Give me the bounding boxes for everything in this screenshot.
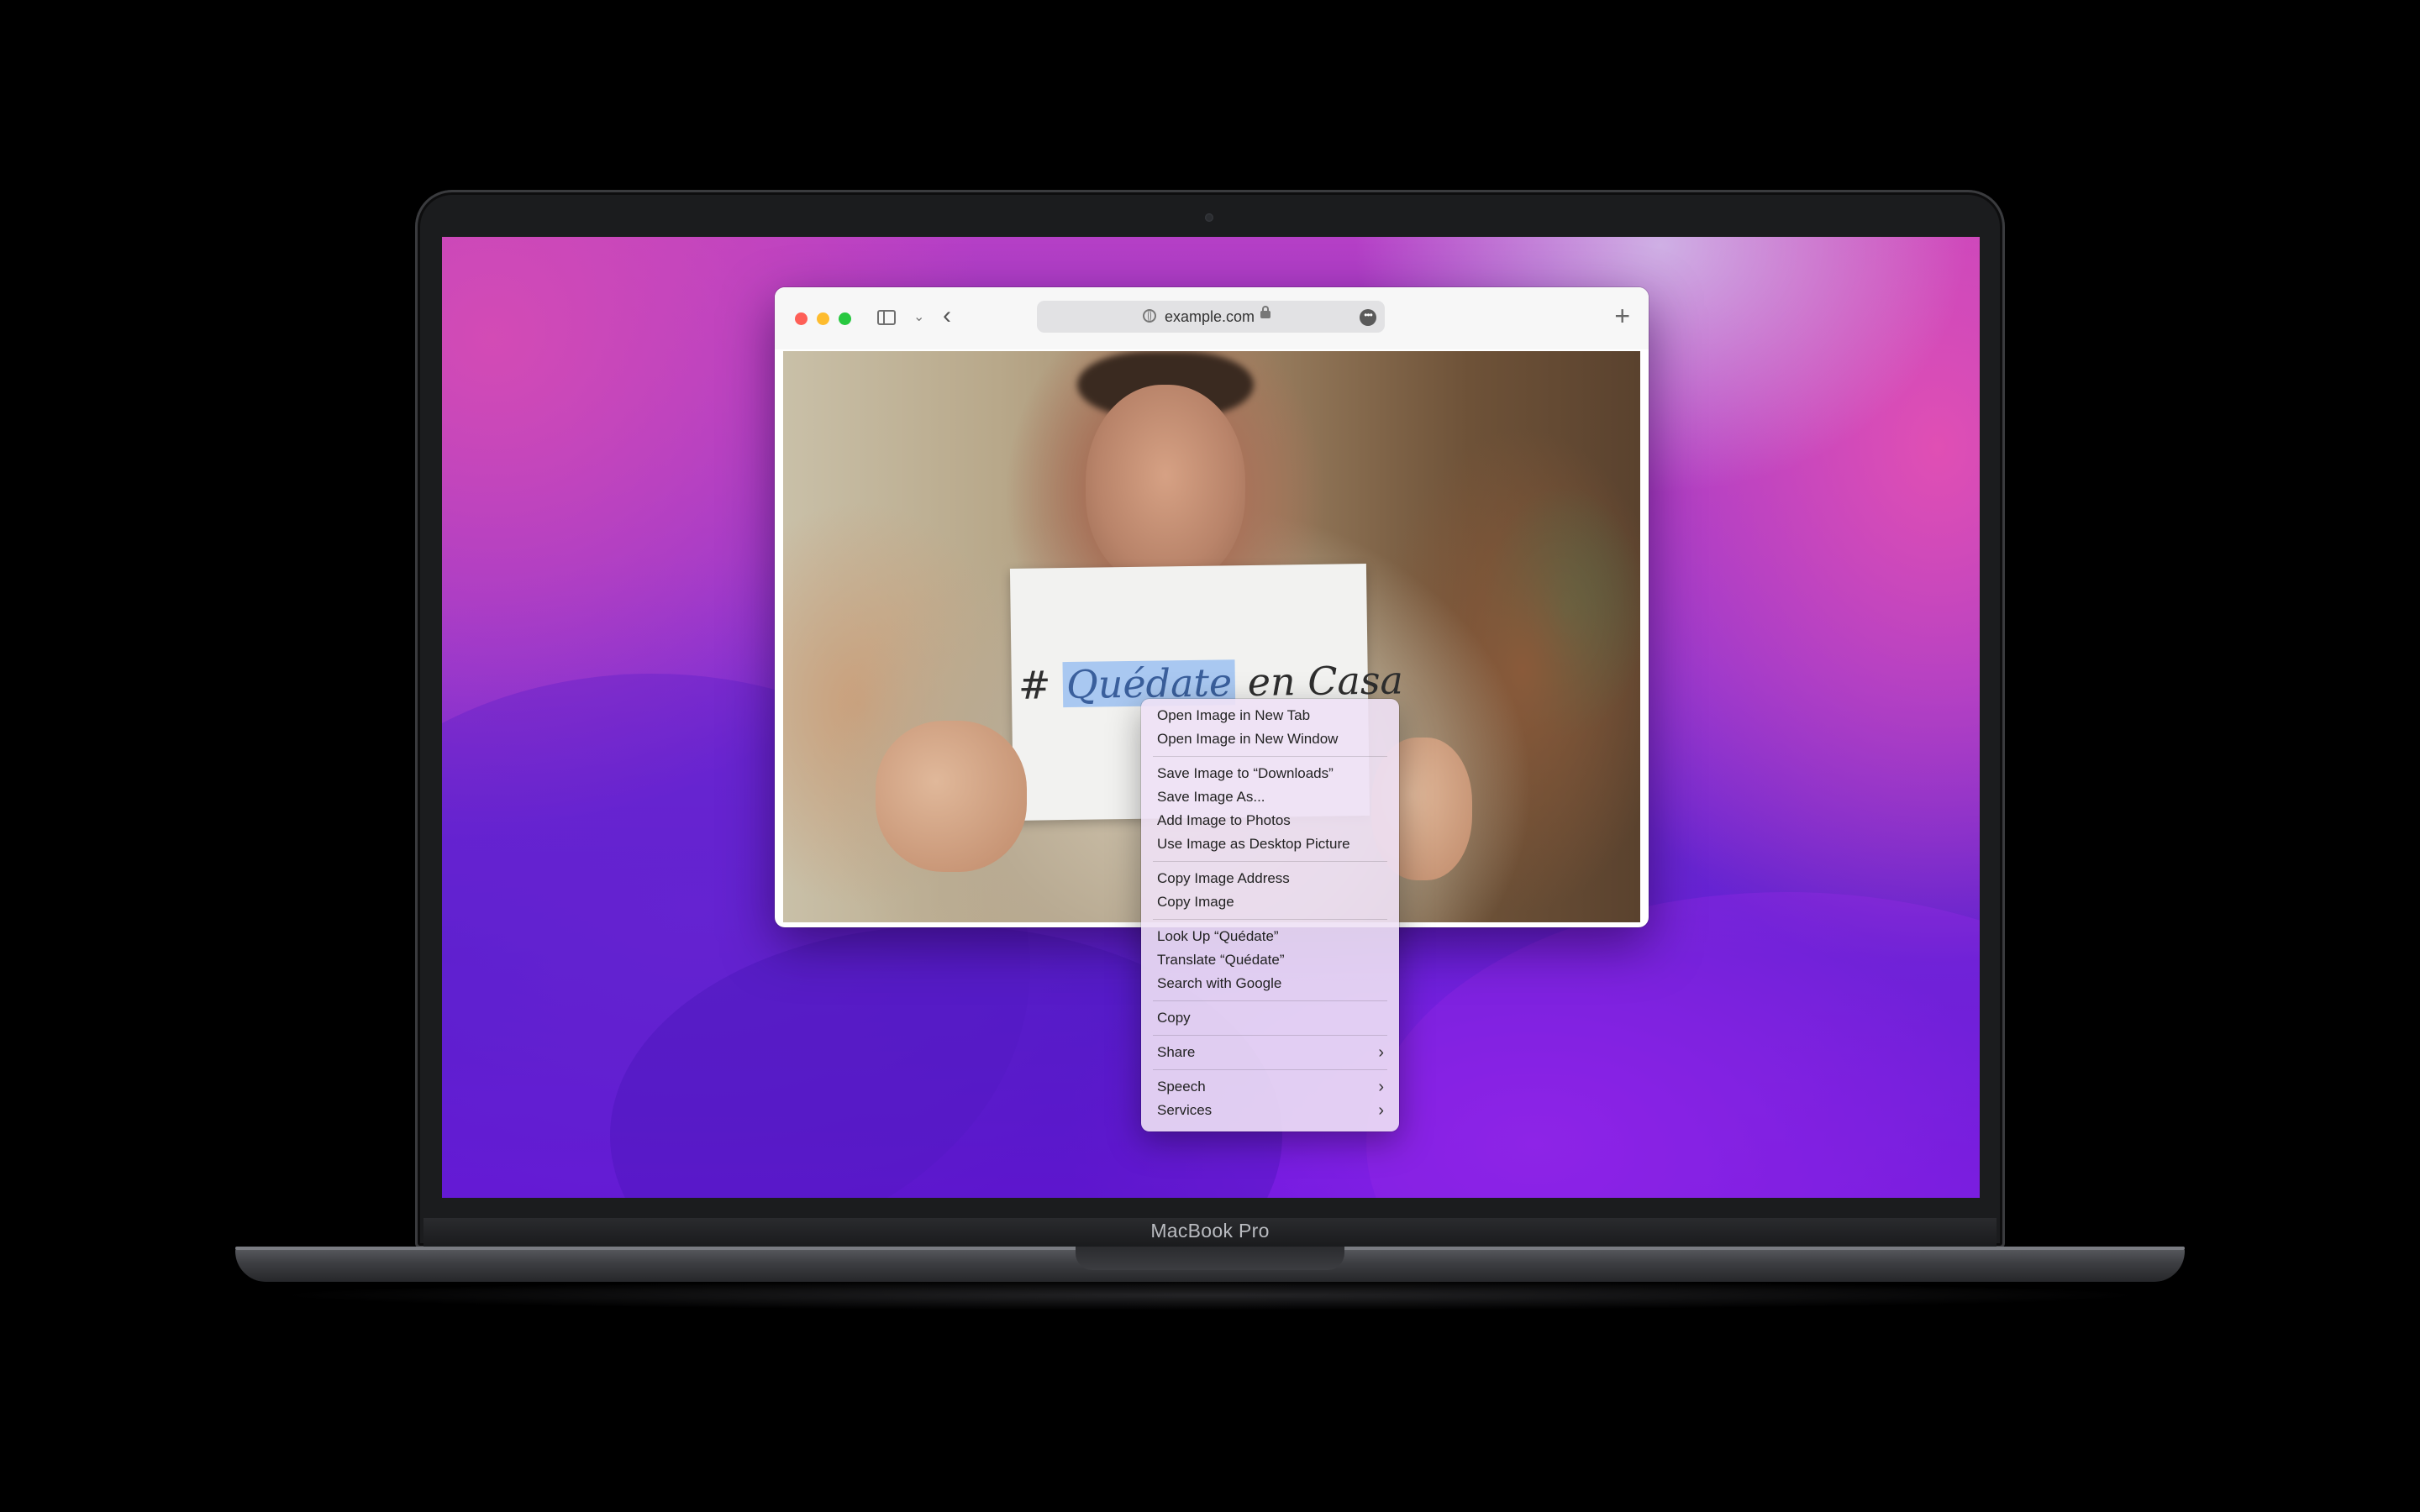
context-menu: Open Image in New Tab Open Image in New …	[1141, 699, 1399, 1131]
close-window-button[interactable]	[795, 312, 808, 325]
back-button[interactable]: ‹	[943, 303, 951, 328]
more-options-icon[interactable]: •••	[1360, 309, 1376, 326]
menu-item-copy[interactable]: Copy	[1141, 1006, 1399, 1030]
menu-item-share[interactable]: Share ›	[1141, 1041, 1399, 1064]
menu-item-services[interactable]: Services ›	[1141, 1099, 1399, 1122]
photo-left-hand	[876, 721, 1027, 872]
menu-item-speech-label: Speech	[1157, 1079, 1206, 1095]
menu-separator	[1153, 1035, 1387, 1036]
chevron-right-icon: ›	[1378, 1043, 1384, 1062]
menu-item-open-image-new-tab[interactable]: Open Image in New Tab	[1141, 704, 1399, 727]
menu-item-add-image-to-photos[interactable]: Add Image to Photos	[1141, 809, 1399, 832]
sign-prefix: #	[1018, 662, 1064, 708]
menu-item-use-image-desktop-picture[interactable]: Use Image as Desktop Picture	[1141, 832, 1399, 856]
menu-separator	[1153, 1069, 1387, 1070]
laptop-shadow	[269, 1280, 2151, 1310]
menu-item-share-label: Share	[1157, 1044, 1196, 1060]
address-bar[interactable]: example.com •••	[1037, 301, 1385, 333]
menu-item-open-image-new-window[interactable]: Open Image in New Window	[1141, 727, 1399, 751]
chevron-right-icon: ›	[1378, 1078, 1384, 1096]
menu-item-copy-image[interactable]: Copy Image	[1141, 890, 1399, 914]
chevron-right-icon: ›	[1378, 1101, 1384, 1120]
camera	[1205, 213, 1213, 222]
menu-separator	[1153, 861, 1387, 862]
menu-item-look-up[interactable]: Look Up “Quédate”	[1141, 925, 1399, 948]
menu-separator	[1153, 919, 1387, 920]
zoom-window-button[interactable]	[839, 312, 851, 325]
address-text: example.com	[1165, 308, 1255, 325]
sign-suffix: en Casa	[1234, 657, 1404, 706]
sidebar-toggle-icon[interactable]	[877, 310, 896, 325]
photo-face	[1086, 385, 1245, 586]
menu-separator	[1153, 1000, 1387, 1001]
menu-item-search-with-google[interactable]: Search with Google	[1141, 972, 1399, 995]
globe-icon	[1143, 309, 1156, 323]
device-label: MacBook Pro	[1150, 1220, 1270, 1242]
menu-item-save-image-as[interactable]: Save Image As...	[1141, 785, 1399, 809]
menu-item-services-label: Services	[1157, 1102, 1213, 1118]
laptop-notch	[1076, 1247, 1344, 1270]
menu-item-speech[interactable]: Speech ›	[1141, 1075, 1399, 1099]
menu-separator	[1153, 756, 1387, 757]
menu-item-copy-image-address[interactable]: Copy Image Address	[1141, 867, 1399, 890]
lock-icon	[1260, 306, 1270, 318]
menu-item-translate[interactable]: Translate “Quédate”	[1141, 948, 1399, 972]
browser-toolbar: ⌄ ‹ example.com ••• +	[775, 287, 1649, 349]
new-tab-button[interactable]: +	[1614, 301, 1630, 331]
minimize-window-button[interactable]	[817, 312, 829, 325]
chevron-down-icon[interactable]: ⌄	[913, 308, 924, 325]
menu-item-save-image-downloads[interactable]: Save Image to “Downloads”	[1141, 762, 1399, 785]
